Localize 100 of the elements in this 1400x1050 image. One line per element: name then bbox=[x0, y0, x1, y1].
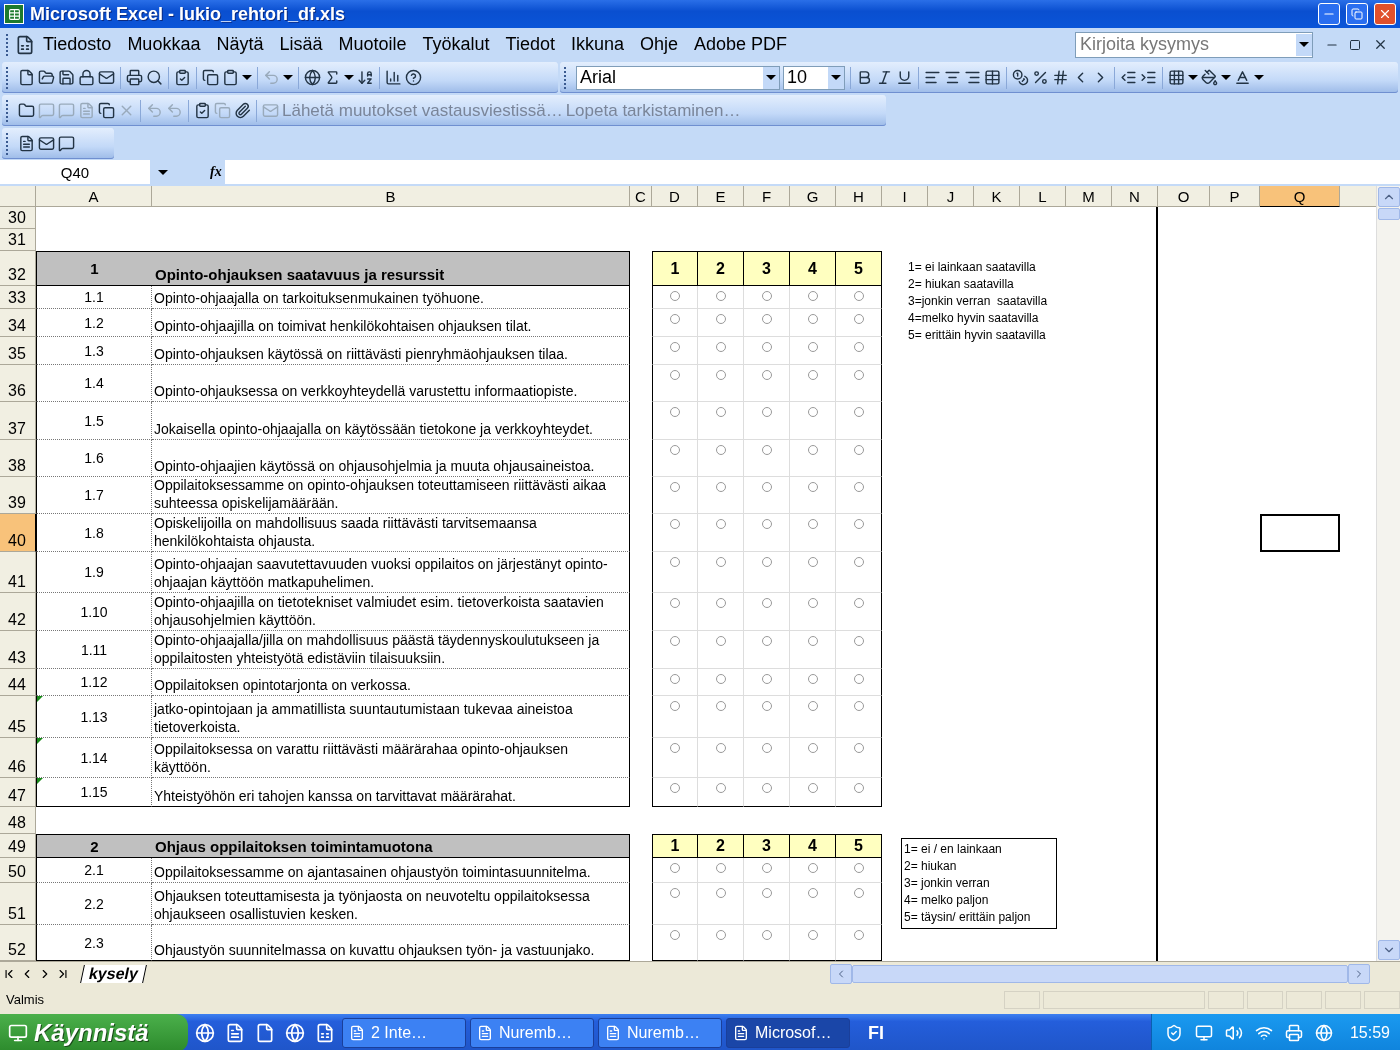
radio-button[interactable] bbox=[807, 291, 818, 301]
radio-button[interactable] bbox=[670, 674, 680, 684]
radio-button[interactable] bbox=[715, 863, 726, 873]
caret-icon[interactable] bbox=[283, 75, 293, 80]
italic-icon[interactable] bbox=[876, 69, 893, 86]
radio-button[interactable] bbox=[715, 407, 726, 417]
font-size-field[interactable]: 10 bbox=[783, 65, 845, 90]
chart-icon[interactable] bbox=[385, 69, 402, 86]
comment-icon[interactable] bbox=[58, 135, 75, 152]
column-header[interactable]: B bbox=[152, 186, 630, 207]
column-header[interactable]: H bbox=[836, 186, 882, 207]
taskbar-button[interactable]: Nuremb… bbox=[470, 1018, 594, 1048]
radio-button[interactable] bbox=[761, 342, 772, 352]
copy-icon[interactable] bbox=[98, 102, 115, 119]
row-header[interactable]: 47 bbox=[0, 778, 36, 807]
radio-button[interactable] bbox=[807, 636, 818, 646]
radio-button[interactable] bbox=[807, 888, 818, 898]
radio-button[interactable] bbox=[670, 314, 680, 324]
radio-button[interactable] bbox=[715, 291, 726, 301]
open-folder-icon[interactable] bbox=[38, 69, 55, 86]
radio-button[interactable] bbox=[853, 342, 864, 352]
column-header[interactable] bbox=[1340, 186, 1376, 207]
radio-button[interactable] bbox=[761, 674, 772, 684]
row-header[interactable]: 39 bbox=[0, 477, 36, 514]
caret-icon[interactable] bbox=[158, 169, 168, 175]
radio-button[interactable] bbox=[670, 291, 680, 301]
font-field[interactable]: Arial bbox=[576, 65, 780, 90]
radio-button[interactable] bbox=[715, 445, 726, 455]
vertical-scrollbar[interactable] bbox=[1376, 186, 1400, 961]
scroll-right-button[interactable] bbox=[1348, 963, 1370, 984]
radio-button[interactable] bbox=[807, 342, 818, 352]
row-header[interactable]: 37 bbox=[0, 402, 36, 440]
row-header[interactable]: 42 bbox=[0, 593, 36, 631]
restore-icon[interactable] bbox=[1349, 38, 1361, 51]
monitor-icon[interactable] bbox=[1194, 1024, 1213, 1042]
menu-item[interactable]: Tiedosto bbox=[35, 34, 120, 55]
undo-icon[interactable] bbox=[166, 102, 183, 119]
row-header[interactable]: 33 bbox=[0, 286, 36, 309]
menu-item[interactable]: Ikkuna bbox=[562, 34, 632, 55]
row-header[interactable]: 41 bbox=[0, 552, 36, 593]
radio-button[interactable] bbox=[853, 519, 864, 529]
radio-button[interactable] bbox=[853, 863, 864, 873]
menu-item[interactable]: Ohje bbox=[632, 34, 686, 55]
caret-icon[interactable] bbox=[1296, 33, 1312, 56]
undo-icon[interactable] bbox=[146, 102, 163, 119]
column-header[interactable]: K bbox=[974, 186, 1020, 207]
underline-icon[interactable] bbox=[896, 69, 913, 86]
radio-button[interactable] bbox=[761, 863, 772, 873]
radio-button[interactable] bbox=[715, 783, 726, 793]
save-icon[interactable] bbox=[58, 69, 75, 86]
radio-button[interactable] bbox=[670, 863, 680, 873]
column-header[interactable]: I bbox=[882, 186, 928, 207]
name-box[interactable]: Q40 bbox=[0, 161, 150, 183]
column-header[interactable]: A bbox=[36, 186, 152, 207]
radio-button[interactable] bbox=[853, 598, 864, 608]
radio-button[interactable] bbox=[807, 930, 818, 940]
hash-icon[interactable] bbox=[1052, 69, 1069, 86]
globe-icon[interactable] bbox=[304, 69, 321, 86]
radio-button[interactable] bbox=[715, 519, 726, 529]
radio-button[interactable] bbox=[853, 407, 864, 417]
align-left-icon[interactable] bbox=[924, 69, 941, 86]
radio-button[interactable] bbox=[761, 407, 772, 417]
row-header[interactable]: 43 bbox=[0, 631, 36, 669]
radio-button[interactable] bbox=[761, 314, 772, 324]
scroll-left-button[interactable] bbox=[830, 963, 852, 984]
column-header[interactable]: G bbox=[790, 186, 836, 207]
radio-button[interactable] bbox=[670, 930, 680, 940]
radio-button[interactable] bbox=[715, 636, 726, 646]
language-indicator[interactable]: FI bbox=[868, 1022, 884, 1044]
percent-icon[interactable] bbox=[1032, 69, 1049, 86]
taskbar-button[interactable]: Microsof… bbox=[726, 1018, 850, 1048]
radio-button[interactable] bbox=[761, 370, 772, 380]
radio-button[interactable] bbox=[853, 291, 864, 301]
select-all-corner[interactable] bbox=[0, 186, 36, 207]
clipboard-check-icon[interactable] bbox=[194, 102, 211, 119]
radio-button[interactable] bbox=[761, 291, 772, 301]
volume-icon[interactable] bbox=[1224, 1024, 1243, 1042]
row-header[interactable]: 52 bbox=[0, 925, 36, 961]
radio-button[interactable] bbox=[670, 598, 680, 608]
radio-button[interactable] bbox=[670, 445, 680, 455]
column-header[interactable]: L bbox=[1020, 186, 1066, 207]
print-icon[interactable] bbox=[126, 69, 143, 86]
menu-item[interactable]: Tiedot bbox=[497, 34, 563, 55]
radio-button[interactable] bbox=[761, 482, 772, 492]
row-header[interactable]: 36 bbox=[0, 365, 36, 402]
column-header[interactable]: C bbox=[630, 186, 652, 207]
caret-icon[interactable] bbox=[1221, 75, 1231, 80]
radio-button[interactable] bbox=[761, 598, 772, 608]
radio-button[interactable] bbox=[715, 342, 726, 352]
scroll-thumb[interactable] bbox=[1377, 208, 1400, 220]
radio-button[interactable] bbox=[807, 407, 818, 417]
radio-button[interactable] bbox=[807, 701, 818, 711]
search-icon[interactable] bbox=[146, 69, 163, 86]
radio-button[interactable] bbox=[853, 783, 864, 793]
close-button[interactable] bbox=[1374, 3, 1396, 25]
menu-item[interactable]: Näytä bbox=[208, 34, 272, 55]
radio-button[interactable] bbox=[670, 557, 680, 567]
menu-item[interactable]: Lisää bbox=[271, 34, 331, 55]
paint-bucket-icon[interactable] bbox=[1201, 69, 1218, 86]
radio-button[interactable] bbox=[715, 930, 726, 940]
